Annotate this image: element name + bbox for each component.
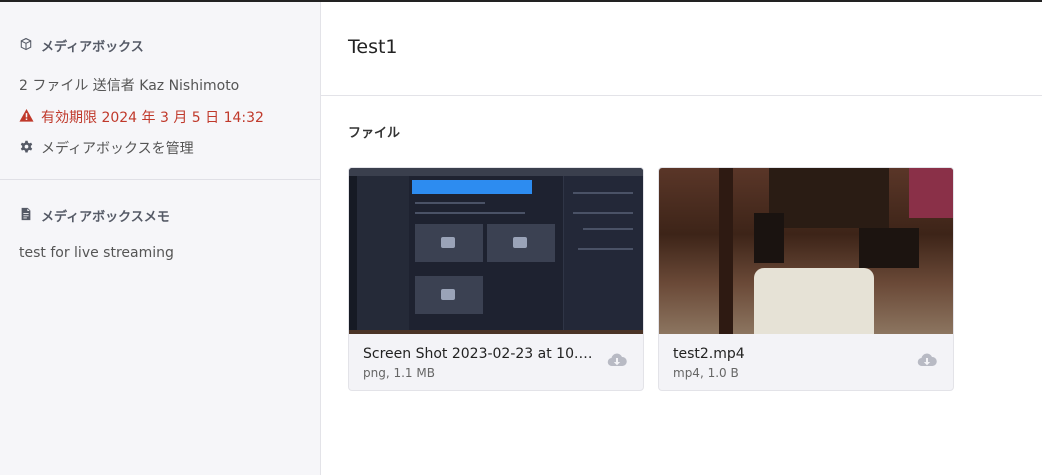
file-card-info: test2.mp4 mp4, 1.0 B: [659, 334, 953, 390]
file-thumbnail: [349, 168, 643, 334]
box-icon: [19, 37, 33, 55]
file-name: test2.mp4: [673, 346, 745, 362]
files-sender-line: 2 ファイル 送信者 Kaz Nishimoto: [19, 78, 240, 94]
file-meta: png, 1.1 MB: [363, 366, 435, 380]
file-card-info: Screen Shot 2023-02-23 at 10.4... png, 1…: [349, 334, 643, 390]
mediabox-info: メディアボックス 2 ファイル 送信者 Kaz Nishimoto 有効期限 2…: [0, 2, 320, 158]
mediabox-heading: メディアボックス: [19, 36, 320, 55]
cloud-download-icon[interactable]: [917, 352, 937, 368]
file-meta: mp4, 1.0 B: [673, 366, 739, 380]
memo-section: メディアボックスメモ test for live streaming: [19, 206, 174, 261]
sidebar: メディアボックス 2 ファイル 送信者 Kaz Nishimoto 有効期限 2…: [0, 2, 321, 475]
document-icon: [19, 207, 33, 225]
files-heading: ファイル: [348, 126, 401, 141]
memo-heading-label: メディアボックスメモ: [41, 210, 170, 225]
cloud-download-icon[interactable]: [607, 352, 627, 368]
main-content: Test1 ファイル Screen Shot 2023-02-23 at 10.…: [321, 2, 1042, 475]
manage-mediabox-link[interactable]: メディアボックスを管理: [19, 138, 320, 158]
expiry-line: 有効期限 2024 年 3 月 5 日 14:32: [19, 107, 320, 127]
title-bar: Test1: [321, 2, 1042, 96]
mediabox-heading-label: メディアボックス: [41, 40, 144, 55]
file-card[interactable]: test2.mp4 mp4, 1.0 B: [658, 167, 954, 391]
gear-icon: [19, 139, 34, 158]
page-title: Test1: [348, 36, 398, 58]
file-card[interactable]: Screen Shot 2023-02-23 at 10.4... png, 1…: [348, 167, 644, 391]
memo-heading: メディアボックスメモ: [19, 206, 174, 225]
sidebar-divider: [0, 179, 320, 180]
warning-icon: [19, 108, 34, 127]
file-name: Screen Shot 2023-02-23 at 10.4...: [363, 346, 593, 362]
manage-mediabox-label: メディアボックスを管理: [41, 141, 194, 157]
expiry-text: 有効期限 2024 年 3 月 5 日 14:32: [41, 110, 264, 126]
file-thumbnail: [659, 168, 953, 334]
memo-text: test for live streaming: [19, 245, 174, 261]
